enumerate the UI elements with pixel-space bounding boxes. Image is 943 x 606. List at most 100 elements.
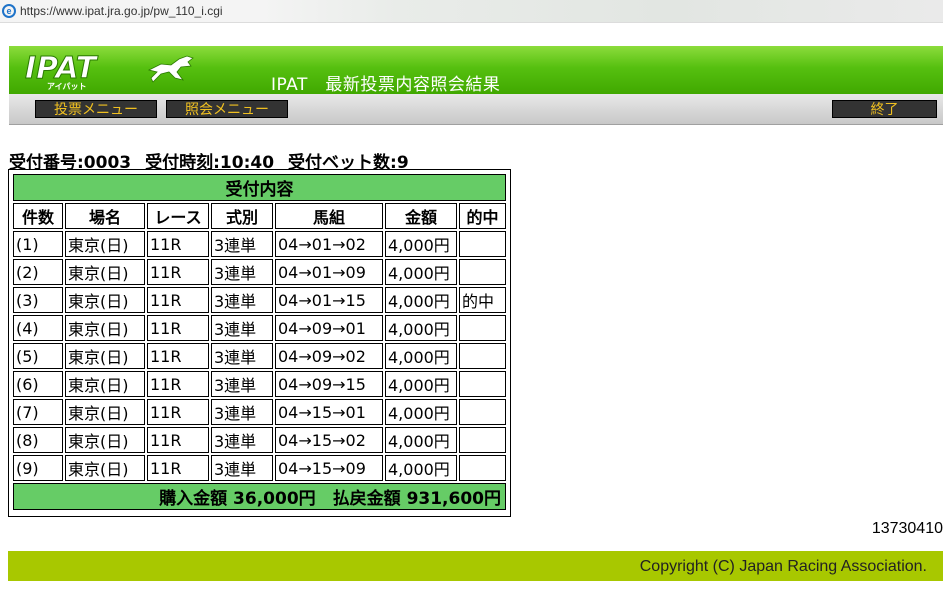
cell-combination: 04→01→15: [275, 287, 383, 313]
cell-race: 11R: [147, 399, 209, 425]
cell-hit: [459, 343, 506, 369]
cell-amount: 4,000円: [385, 287, 457, 313]
table-row: (1) 東京(日) 11R 3連単 04→01→02 4,000円: [13, 231, 506, 257]
cell-hit: [459, 455, 506, 481]
table-row: (4) 東京(日) 11R 3連単 04→09→01 4,000円: [13, 315, 506, 341]
cell-amount: 4,000円: [385, 371, 457, 397]
cell-amount: 4,000円: [385, 455, 457, 481]
table-row: (8) 東京(日) 11R 3連単 04→15→02 4,000円: [13, 427, 506, 453]
cell-race: 11R: [147, 259, 209, 285]
cell-bet-type: 3連単: [211, 287, 273, 313]
browser-tab-strip: [260, 0, 943, 22]
cell-venue: 東京(日): [65, 371, 145, 397]
cell-bet-type: 3連単: [211, 371, 273, 397]
receipt-code: 13730410: [871, 520, 943, 537]
cell-amount: 4,000円: [385, 343, 457, 369]
ipat-header: IPAT アイパット IPAT 最新投票内容照会結果: [9, 46, 943, 95]
table-row: (3) 東京(日) 11R 3連単 04→01→15 4,000円 的中: [13, 287, 506, 313]
col-header-bet-type: 式別: [211, 203, 273, 229]
col-header-combination: 馬組: [275, 203, 383, 229]
address-url[interactable]: https://www.ipat.jra.go.jp/pw_110_i.cgi: [20, 4, 223, 18]
caption-row: 受付内容: [13, 174, 506, 201]
cell-race: 11R: [147, 427, 209, 453]
horse-icon: [147, 55, 194, 83]
copyright-text: Copyright (C) Japan Racing Association.: [639, 558, 927, 575]
cell-race: 11R: [147, 455, 209, 481]
cell-venue: 東京(日): [65, 287, 145, 313]
cell-venue: 東京(日): [65, 343, 145, 369]
cell-amount: 4,000円: [385, 427, 457, 453]
cell-count: (9): [13, 455, 63, 481]
cell-count: (3): [13, 287, 63, 313]
col-header-hit: 的中: [459, 203, 506, 229]
table-row: (6) 東京(日) 11R 3連単 04→09→15 4,000円: [13, 371, 506, 397]
logo-subtext: アイパット: [47, 81, 86, 90]
total-row: 購入金額 36,000円 払戻金額 931,600円: [13, 483, 506, 510]
inquiry-menu-button[interactable]: 照会メニュー: [166, 100, 288, 118]
cell-hit: 的中: [459, 287, 506, 313]
bet-table-frame: 受付内容 件数 場名 レース 式別 馬組 金額 的中 (1) 東京(日) 11R 3連…: [8, 169, 511, 517]
ipat-logo: IPAT アイパット: [25, 51, 194, 90]
col-header-amount: 金額: [385, 203, 457, 229]
cell-hit: [459, 371, 506, 397]
cell-count: (4): [13, 315, 63, 341]
cell-count: (2): [13, 259, 63, 285]
cell-combination: 04→15→09: [275, 455, 383, 481]
col-header-venue: 場名: [65, 203, 145, 229]
cell-hit: [459, 315, 506, 341]
cell-combination: 04→09→15: [275, 371, 383, 397]
cell-combination: 04→09→01: [275, 315, 383, 341]
cell-bet-type: 3連単: [211, 427, 273, 453]
browser-icon: e: [2, 4, 16, 18]
cell-count: (7): [13, 399, 63, 425]
bet-menu-button[interactable]: 投票メニュー: [35, 100, 157, 118]
footer-bar: Copyright (C) Japan Racing Association.: [8, 551, 943, 581]
cell-combination: 04→15→02: [275, 427, 383, 453]
total-amount: 購入金額 36,000円 払戻金額 931,600円: [13, 483, 506, 510]
table-row: (7) 東京(日) 11R 3連単 04→15→01 4,000円: [13, 399, 506, 425]
cell-count: (1): [13, 231, 63, 257]
cell-race: 11R: [147, 287, 209, 313]
cell-amount: 4,000円: [385, 231, 457, 257]
cell-hit: [459, 259, 506, 285]
cell-bet-type: 3連単: [211, 231, 273, 257]
cell-bet-type: 3連単: [211, 315, 273, 341]
col-header-race: レース: [147, 203, 209, 229]
cell-count: (6): [13, 371, 63, 397]
cell-bet-type: 3連単: [211, 399, 273, 425]
cell-combination: 04→01→02: [275, 231, 383, 257]
nav-bar: 投票メニュー 照会メニュー 終了: [9, 94, 943, 125]
cell-combination: 04→09→02: [275, 343, 383, 369]
cell-amount: 4,000円: [385, 315, 457, 341]
cell-amount: 4,000円: [385, 259, 457, 285]
cell-combination: 04→15→01: [275, 399, 383, 425]
cell-count: (5): [13, 343, 63, 369]
cell-race: 11R: [147, 371, 209, 397]
table-row: (5) 東京(日) 11R 3連単 04→09→02 4,000円: [13, 343, 506, 369]
browser-address-bar[interactable]: e https://www.ipat.jra.go.jp/pw_110_i.cg…: [0, 0, 943, 23]
logo-text: IPAT: [25, 51, 99, 86]
cell-amount: 4,000円: [385, 399, 457, 425]
cell-venue: 東京(日): [65, 399, 145, 425]
table-caption: 受付内容: [13, 174, 506, 201]
cell-venue: 東京(日): [65, 259, 145, 285]
table-row: (9) 東京(日) 11R 3連単 04→15→09 4,000円: [13, 455, 506, 481]
cell-hit: [459, 231, 506, 257]
cell-hit: [459, 399, 506, 425]
header-row: 件数 場名 レース 式別 馬組 金額 的中: [13, 203, 506, 229]
page-title: IPAT 最新投票内容照会結果: [271, 75, 501, 95]
cell-bet-type: 3連単: [211, 455, 273, 481]
cell-venue: 東京(日): [65, 427, 145, 453]
cell-race: 11R: [147, 315, 209, 341]
bet-table: 受付内容 件数 場名 レース 式別 馬組 金額 的中 (1) 東京(日) 11R 3連…: [11, 172, 508, 512]
cell-combination: 04→01→09: [275, 259, 383, 285]
cell-race: 11R: [147, 343, 209, 369]
cell-venue: 東京(日): [65, 315, 145, 341]
cell-hit: [459, 427, 506, 453]
cell-count: (8): [13, 427, 63, 453]
table-row: (2) 東京(日) 11R 3連単 04→01→09 4,000円: [13, 259, 506, 285]
cell-venue: 東京(日): [65, 231, 145, 257]
col-header-count: 件数: [13, 203, 63, 229]
cell-race: 11R: [147, 231, 209, 257]
end-button[interactable]: 終了: [832, 100, 937, 118]
